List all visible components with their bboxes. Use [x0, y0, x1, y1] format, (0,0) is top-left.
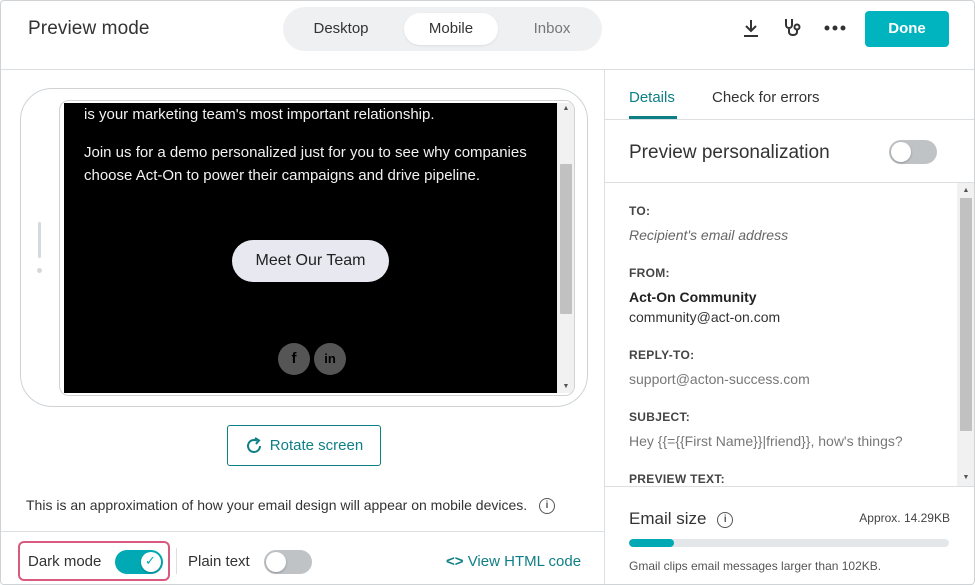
- done-button[interactable]: Done: [865, 11, 949, 47]
- details-scroll-thumb[interactable]: [960, 198, 972, 431]
- to-value: Recipient's email address: [629, 227, 789, 243]
- email-size-approx: Approx. 14.29KB: [859, 511, 950, 525]
- page-title: Preview mode: [28, 18, 150, 39]
- personalization-label: Preview personalization: [629, 142, 830, 163]
- info-icon[interactable]: i: [539, 498, 556, 515]
- email-text-line: is your marketing team's most important …: [84, 106, 435, 123]
- to-label: TO:: [629, 204, 651, 218]
- email-size-text: Email size: [629, 509, 707, 528]
- reply-to-value: support@acton-success.com: [629, 371, 810, 387]
- rotate-screen-button[interactable]: Rotate screen: [227, 425, 381, 466]
- dark-mode-control: Dark mode ✓: [18, 541, 170, 581]
- view-html-label: View HTML code: [467, 553, 582, 570]
- details-tabs: Details Check for errors: [605, 70, 974, 120]
- subject-label: SUBJECT:: [629, 410, 691, 424]
- active-tab-indicator: [629, 116, 677, 119]
- dark-mode-label: Dark mode: [28, 553, 102, 570]
- subject-value: Hey {{={{First Name}}|friend}}, how's th…: [629, 433, 903, 449]
- check-icon: ✓: [145, 553, 156, 568]
- email-size-bar: [629, 539, 949, 547]
- device-toggle: Desktop Mobile Inbox: [283, 7, 602, 51]
- email-size-bar-fill: [629, 539, 674, 547]
- from-label: FROM:: [629, 266, 670, 280]
- phone-camera: [37, 268, 42, 273]
- linkedin-icon[interactable]: in: [314, 343, 346, 375]
- preview-text-label: PREVIEW TEXT:: [629, 472, 725, 486]
- download-icon[interactable]: [738, 15, 764, 41]
- reply-to-label: REPLY-TO:: [629, 348, 695, 362]
- stethoscope-icon[interactable]: [780, 15, 806, 41]
- meet-our-team-button[interactable]: Meet Our Team: [232, 240, 389, 282]
- email-paragraph: Join us for a demo personalized just for…: [84, 144, 527, 184]
- personalization-row: Preview personalization: [605, 120, 974, 183]
- facebook-icon[interactable]: f: [278, 343, 310, 375]
- divider: [176, 548, 177, 574]
- scroll-down-icon[interactable]: ▼: [560, 383, 572, 390]
- approximation-note: This is an approximation of how your ema…: [26, 497, 556, 515]
- tab-desktop[interactable]: Desktop: [291, 13, 391, 45]
- preview-window: Preview mode Desktop Mobile Inbox Done i…: [0, 0, 975, 585]
- gmail-clip-note: Gmail clips email messages larger than 1…: [629, 559, 882, 573]
- preview-area: is your marketing team's most important …: [1, 70, 604, 584]
- tab-mobile[interactable]: Mobile: [404, 13, 498, 45]
- plain-text-label: Plain text: [188, 553, 250, 570]
- email-size-section: Email size i Approx. 14.29KB Gmail clips…: [605, 486, 974, 584]
- toggle-knob: [266, 552, 286, 572]
- view-html-link[interactable]: <> View HTML code: [446, 553, 581, 570]
- phone-frame: is your marketing team's most important …: [20, 88, 588, 407]
- rotate-icon: [246, 436, 261, 453]
- screen-scroll-thumb[interactable]: [560, 164, 572, 314]
- approximation-text: This is an approximation of how your ema…: [26, 497, 528, 513]
- scroll-up-icon[interactable]: ▲: [560, 105, 572, 112]
- email-details: TO: Recipient's email address FROM: Act-…: [605, 183, 974, 486]
- scroll-down-icon[interactable]: ▼: [960, 474, 972, 481]
- preview-options-bar: Dark mode ✓ Plain text <> View HTML code: [1, 531, 604, 584]
- rotate-screen-label: Rotate screen: [269, 437, 364, 454]
- toggle-knob: ✓: [141, 552, 161, 572]
- info-icon[interactable]: i: [717, 511, 734, 528]
- from-email: community@act-on.com: [629, 309, 781, 325]
- from-name: Act-On Community: [629, 289, 757, 305]
- tab-details[interactable]: Details: [629, 89, 675, 106]
- plain-text-toggle[interactable]: [264, 550, 312, 574]
- email-content: is your marketing team's most important …: [64, 103, 557, 393]
- details-panel: Details Check for errors Preview persona…: [604, 70, 974, 584]
- phone-speaker: [38, 222, 41, 258]
- tab-inbox[interactable]: Inbox: [505, 13, 599, 45]
- personalization-toggle[interactable]: [889, 140, 937, 164]
- scroll-up-icon[interactable]: ▲: [960, 187, 972, 194]
- toggle-knob: [891, 142, 911, 162]
- more-icon[interactable]: [822, 15, 848, 41]
- dark-mode-toggle[interactable]: ✓: [115, 550, 163, 574]
- phone-screen: is your marketing team's most important …: [59, 100, 575, 396]
- tab-check-errors[interactable]: Check for errors: [712, 89, 820, 106]
- email-size-label: Email size i: [629, 509, 734, 529]
- code-icon: <>: [446, 553, 464, 570]
- header: Preview mode Desktop Mobile Inbox Done: [1, 1, 974, 70]
